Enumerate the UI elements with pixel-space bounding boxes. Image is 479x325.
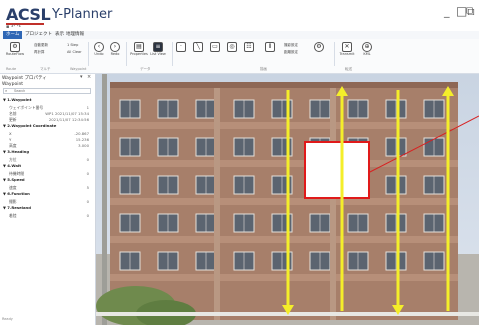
group-data: データ: [140, 67, 151, 71]
panel-title: Waypoint プロパティ: [2, 76, 47, 81]
balcony-slab: [110, 122, 458, 129]
group-waypoint: Waypoint: [70, 67, 87, 71]
utility-pole: [102, 74, 107, 325]
property-value[interactable]: 0: [87, 199, 89, 204]
property-category[interactable]: ▼ 2.Waypoint Coordinate: [3, 123, 91, 128]
properties-icon: ▤: [134, 42, 144, 52]
main-view[interactable]: [96, 74, 479, 325]
property-value[interactable]: 5: [87, 185, 89, 190]
property-value[interactable]: 0: [87, 171, 89, 176]
rect-tool-button[interactable]: ▭: [210, 42, 220, 52]
minimize-button[interactable]: _: [444, 5, 450, 18]
select-icon: ·: [176, 42, 186, 52]
transmit-button[interactable]: ✕ Transmit: [338, 42, 356, 56]
all-clear-button[interactable]: All Clear: [67, 50, 82, 54]
redo-button[interactable]: › Redo: [108, 42, 122, 56]
kml-button[interactable]: ⊕ KML: [360, 42, 374, 56]
redo-icon: ›: [110, 42, 120, 52]
building-column: [214, 88, 220, 320]
property-value[interactable]: 15.236: [76, 137, 89, 142]
tab-home[interactable]: ホーム: [3, 31, 23, 39]
property-value[interactable]: 3.000: [78, 143, 89, 148]
balcony-slab: [110, 160, 458, 167]
group-transfer: 転送: [345, 67, 352, 71]
property-category[interactable]: ▼ 4.Wait: [3, 163, 91, 168]
panel-section-title: Waypoint: [2, 82, 24, 87]
balcony-slab: [110, 198, 458, 205]
circle-tool-button[interactable]: ◎: [227, 42, 237, 52]
quick-access-toolbar[interactable]: ▪ ↶ ↷: [6, 24, 21, 30]
circle-icon: ◎: [227, 42, 237, 52]
property-category[interactable]: ▼ 5.Speed: [3, 177, 91, 182]
one-step-button[interactable]: 1 Step: [67, 43, 78, 47]
building-column: [330, 88, 336, 320]
close-icon[interactable]: ×: [87, 74, 91, 80]
auto-update-option[interactable]: 自動更新: [34, 43, 48, 48]
properties-button[interactable]: ▤ Properties: [130, 42, 148, 56]
ribbon-separator: [172, 42, 173, 66]
undo-icon: ‹: [94, 42, 104, 52]
property-category[interactable]: ▼ 6.Function: [3, 191, 91, 196]
app-logo: ACSL: [6, 5, 51, 24]
line-tool-button[interactable]: ╲: [193, 42, 203, 52]
balcony-slab: [110, 236, 458, 243]
list-view-button[interactable]: ≡ List View: [150, 42, 166, 56]
search-input[interactable]: [3, 88, 91, 94]
ribbon-separator: [334, 42, 335, 66]
property-value[interactable]: 2021/11/07 12:34:56: [49, 117, 89, 122]
property-panel: Waypoint プロパティ ▾ × Waypoint ⌕ ▼ 1.Waypoi…: [0, 74, 96, 325]
gear-icon: ⚙: [314, 42, 324, 52]
property-value[interactable]: -20.867: [74, 131, 89, 136]
group-draw: 描画: [260, 67, 267, 71]
balcony-slab: [110, 274, 458, 281]
app-title: Y-Planner: [52, 7, 113, 22]
line-icon: ╲: [193, 42, 203, 52]
pin-icon[interactable]: ▾: [80, 74, 83, 80]
shoot-setting-option[interactable]: 撮影設定: [284, 43, 298, 48]
property-value[interactable]: 0: [87, 213, 89, 218]
selection-box[interactable]: [304, 141, 370, 199]
property-key: X: [9, 131, 12, 136]
property-value[interactable]: 0: [87, 157, 89, 162]
kml-icon: ⊕: [362, 42, 372, 52]
ribbon-separator: [126, 42, 127, 66]
panel-status: Ready: [2, 317, 13, 321]
property-value[interactable]: 1: [87, 105, 89, 110]
columns-tool-button[interactable]: ⫴: [265, 42, 275, 52]
recalc-option[interactable]: 再計算: [34, 50, 45, 55]
group-route: Route: [6, 67, 17, 71]
columns-icon: ⫴: [265, 42, 275, 52]
building-roof: [110, 82, 458, 88]
route-icon: ⚙: [10, 42, 20, 52]
undo-button[interactable]: ‹ Undo: [92, 42, 106, 56]
grid-icon: ☷: [244, 42, 254, 52]
property-value[interactable]: WP1 2021/11/07 15:34: [45, 111, 89, 116]
tab-project[interactable]: プロジェクト: [22, 31, 55, 39]
grid-tool-button[interactable]: ☷: [244, 42, 254, 52]
building-photo: [96, 74, 479, 325]
select-tool-button[interactable]: ·: [176, 42, 186, 52]
transmit-icon: ✕: [342, 42, 352, 52]
tab-geo[interactable]: 地理情報: [63, 31, 87, 39]
routeflow-button[interactable]: ⚙ RouteFlow: [4, 42, 26, 56]
property-key: Y: [9, 137, 12, 142]
settings-button[interactable]: ⚙: [314, 42, 324, 52]
ribbon: ⚙ RouteFlow 自動更新 再計算 1 Step All Clear ‹ …: [0, 39, 479, 74]
list-icon: ≡: [153, 42, 163, 52]
rect-icon: ▭: [210, 42, 220, 52]
property-key: 着陸: [9, 213, 17, 218]
property-category[interactable]: ▼ 7.Reseland: [3, 205, 91, 210]
group-multi: マルチ: [40, 67, 51, 71]
distance-setting-option[interactable]: 距離設定: [284, 50, 298, 55]
search-icon: ⌕: [5, 88, 8, 93]
property-category[interactable]: ▼ 1.Waypoint: [3, 97, 91, 102]
ribbon-separator: [88, 42, 89, 66]
restore-button[interactable]: ⧉: [466, 4, 475, 19]
property-category[interactable]: ▼ 3.Heading: [3, 149, 91, 154]
